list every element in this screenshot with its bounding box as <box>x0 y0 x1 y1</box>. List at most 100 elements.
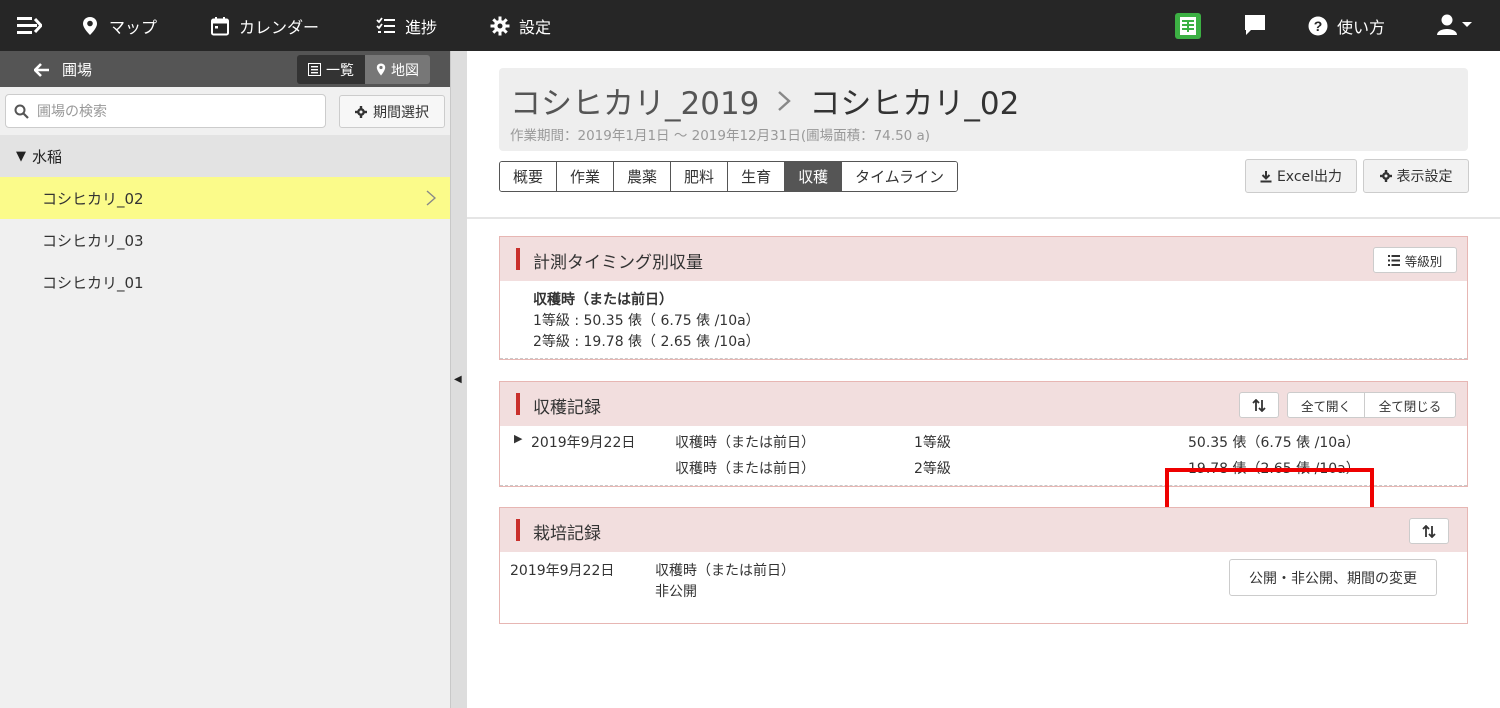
timing-label: 収穫時（または前日） <box>533 292 673 308</box>
help-menu[interactable]: ? 使い方 <box>1308 0 1385 51</box>
cultivation-date: 2019年9月22日 <box>510 563 615 579</box>
chevron-right-icon <box>426 190 436 206</box>
sort-icon <box>1422 524 1436 538</box>
nav-progress[interactable]: 進捗 <box>376 0 437 51</box>
panel-accent-bar <box>516 248 520 270</box>
change-visibility-button[interactable]: 公開・非公開、期間の変更 <box>1229 559 1437 596</box>
gear-icon <box>490 16 510 35</box>
field-list-item[interactable]: コシヒカリ_03 <box>0 219 450 261</box>
caret-down-icon: ▼ <box>16 148 26 164</box>
excel-export-button[interactable]: Excel出力 <box>1245 159 1357 193</box>
page-header: コシヒカリ_2019 コシヒカリ_02 作業期間：2019年1月1日 〜 201… <box>499 68 1468 151</box>
map-pin-icon <box>376 63 386 76</box>
nav-calendar[interactable]: カレンダー <box>210 0 319 51</box>
grade-toggle-button[interactable]: 等級別 <box>1373 247 1457 273</box>
page-title: コシヒカリ_02 <box>809 86 1020 122</box>
field-list-item[interactable]: コシヒカリ_01 <box>0 261 450 303</box>
period-select-label: 期間選択 <box>373 104 429 121</box>
panel-title: 収穫記録 <box>533 398 601 418</box>
collapse-left-icon: ◀ <box>454 374 462 385</box>
search-icon <box>14 104 29 119</box>
tab-timeline[interactable]: タイムライン <box>842 162 958 191</box>
collapse-all-button[interactable]: 全て閉じる <box>1364 392 1456 418</box>
gear-icon <box>355 105 367 118</box>
harvest-amount: 50.35 俵（6.75 俵 /10a） <box>1188 435 1360 451</box>
map-view-button[interactable]: 地図 <box>365 55 430 84</box>
record-tabs: 概要 作業 農薬 肥料 生育 収穫 タイムライン <box>499 161 959 192</box>
panel-body: 2019年9月22日 収穫時（または前日） 非公開 公開・非公開、期間の変更 <box>500 552 1467 623</box>
expand-all-button[interactable]: 全て開く <box>1287 392 1365 418</box>
nav-progress-label: 進捗 <box>405 17 438 37</box>
period-select-button[interactable]: 期間選択 <box>339 95 445 128</box>
list-icon <box>1387 254 1400 266</box>
sidebar-header: 圃場 一覧 地図 <box>0 51 450 87</box>
collapse-all-label: 全て閉じる <box>1378 398 1442 414</box>
nav-map[interactable]: マップ <box>80 0 157 51</box>
crop-group-header[interactable]: ▼ 水稲 <box>0 135 450 177</box>
timing-yield-panel: 計測タイミング別収量 等級別 収穫時（または前日） 1等級 : 50.35 俵（… <box>499 236 1468 360</box>
tab-pesticide[interactable]: 農薬 <box>614 162 672 191</box>
cultivation-timing: 収穫時（または前日） <box>655 563 795 579</box>
panel-header: 計測タイミング別収量 等級別 <box>500 237 1467 281</box>
progress-list-icon <box>376 16 395 33</box>
main-content: コシヒカリ_2019 コシヒカリ_02 作業期間：2019年1月1日 〜 201… <box>467 51 1500 708</box>
help-icon: ? <box>1308 16 1328 35</box>
menu-toggle-icon[interactable] <box>16 13 42 37</box>
yield-line: 2等級 : 19.78 俵（ 2.65 俵 /10a） <box>533 334 760 350</box>
display-settings-button[interactable]: 表示設定 <box>1363 159 1469 193</box>
field-search-input[interactable]: 圃場の検索 <box>5 94 326 128</box>
harvest-grade: 2等級 <box>914 461 951 477</box>
arrow-left-icon <box>34 62 49 77</box>
harvest-date: 2019年9月22日 <box>531 435 636 451</box>
harvest-grade: 1等級 <box>914 435 951 451</box>
display-settings-label: 表示設定 <box>1396 169 1453 185</box>
crop-group-label: 水稲 <box>32 147 63 166</box>
panel-header: 栽培記録 <box>500 508 1467 552</box>
tab-work[interactable]: 作業 <box>557 162 615 191</box>
map-view-label: 地図 <box>391 62 419 79</box>
panel-accent-bar <box>516 519 520 541</box>
spreadsheet-icon[interactable] <box>1175 13 1201 39</box>
yield-line: 1等級 : 50.35 俵（ 6.75 俵 /10a） <box>533 313 760 329</box>
sidebar-collapse-handle[interactable]: ◀ <box>450 51 467 708</box>
tab-growth[interactable]: 生育 <box>728 162 786 191</box>
excel-export-label: Excel出力 <box>1276 169 1343 185</box>
field-list-item[interactable]: コシヒカリ_02 <box>0 177 450 219</box>
map-pin-icon <box>83 16 97 35</box>
panel-accent-bar <box>516 393 520 415</box>
back-link[interactable]: 圃場 <box>34 59 92 80</box>
list-icon <box>308 63 321 76</box>
cultivation-records-panel: 栽培記録 2019年9月22日 収穫時（または前日） 非公開 公開・非公開、期間… <box>499 507 1468 624</box>
nav-settings-label: 設定 <box>519 17 552 37</box>
tab-harvest[interactable]: 収穫 <box>785 162 843 191</box>
sort-icon <box>1252 398 1266 412</box>
list-view-button[interactable]: 一覧 <box>297 55 365 84</box>
sort-button[interactable] <box>1409 518 1449 544</box>
nav-map-label: マップ <box>109 17 158 37</box>
nav-settings[interactable]: 設定 <box>490 0 551 51</box>
nav-calendar-label: カレンダー <box>239 17 320 37</box>
gear-icon <box>1379 170 1392 182</box>
expand-all-label: 全て開く <box>1300 398 1351 414</box>
breadcrumb-crop[interactable]: コシヒカリ_2019 <box>510 78 759 123</box>
tab-fertilizer[interactable]: 肥料 <box>671 162 729 191</box>
harvest-timing: 収穫時（または前日） <box>675 435 815 451</box>
panel-title: 栽培記録 <box>533 524 601 544</box>
visibility-status: 非公開 <box>655 584 697 600</box>
breadcrumb: コシヒカリ_2019 コシヒカリ_02 <box>510 78 1019 123</box>
panel-body: 収穫時（または前日） 1等級 : 50.35 俵（ 6.75 俵 /10a） 2… <box>500 281 1467 359</box>
download-icon <box>1260 170 1272 182</box>
field-sidebar: 圃場 一覧 地図 圃場の検索 期間選択 ▼ 水稲 コシヒカリ_02 コシヒカリ_… <box>0 51 450 708</box>
expand-row-icon[interactable]: ▶ <box>514 432 522 445</box>
chat-icon[interactable] <box>1244 14 1266 36</box>
field-name: コシヒカリ_03 <box>42 231 144 250</box>
sort-button[interactable] <box>1239 392 1279 418</box>
search-placeholder: 圃場の検索 <box>37 104 107 120</box>
panel-title: 計測タイミング別収量 <box>533 253 703 273</box>
calendar-icon <box>211 16 229 35</box>
period-info: 作業期間：2019年1月1日 〜 2019年12月31日(圃場面積：74.50 … <box>510 128 931 144</box>
chevron-right-icon <box>778 90 792 111</box>
user-menu-icon[interactable] <box>1437 14 1473 36</box>
panel-header: 収穫記録 全て開く 全て閉じる <box>500 382 1467 426</box>
tab-overview[interactable]: 概要 <box>500 162 558 191</box>
